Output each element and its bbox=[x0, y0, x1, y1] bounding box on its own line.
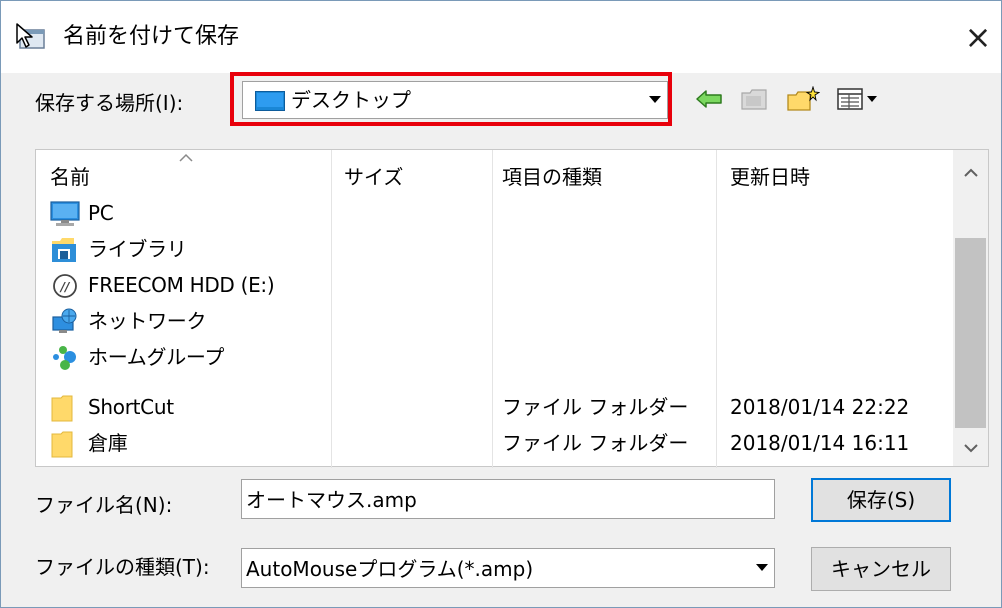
file-name: FREECOM HDD (E:) bbox=[88, 273, 275, 297]
save-button[interactable]: 保存(S) bbox=[811, 478, 951, 522]
location-label: 保存する場所(I): bbox=[35, 91, 184, 115]
column-header-modified[interactable]: 更新日時 bbox=[730, 164, 810, 190]
file-name: ShortCut bbox=[88, 395, 174, 419]
app-cursor-icon bbox=[16, 23, 45, 49]
scroll-up-icon[interactable] bbox=[953, 152, 988, 192]
close-button[interactable]: × bbox=[956, 15, 1000, 59]
filename-input[interactable]: オートマウス.amp bbox=[241, 479, 775, 519]
vertical-scrollbar[interactable] bbox=[953, 150, 988, 466]
location-highlight-box bbox=[230, 72, 672, 126]
file-name: 倉庫 bbox=[88, 431, 128, 455]
file-name: ネットワーク bbox=[88, 309, 207, 333]
column-header-type[interactable]: 項目の種類 bbox=[502, 164, 602, 190]
file-name: PC bbox=[88, 201, 114, 225]
homegroup-icon bbox=[53, 346, 76, 370]
list-item[interactable]: // FREECOM HDD (E:) bbox=[36, 268, 956, 304]
up-folder-icon[interactable] bbox=[739, 85, 769, 113]
column-header-name[interactable]: 名前 bbox=[50, 164, 90, 190]
filetype-label: ファイルの種類(T): bbox=[35, 555, 210, 579]
scroll-down-icon[interactable] bbox=[953, 428, 988, 468]
filename-label: ファイル名(N): bbox=[35, 493, 173, 517]
sort-caret-icon bbox=[179, 153, 193, 162]
list-item[interactable]: ホームグループ bbox=[36, 340, 956, 376]
file-name: ライブラリ bbox=[88, 237, 187, 261]
new-folder-icon[interactable] bbox=[785, 85, 821, 113]
list-item[interactable]: ライブラリ bbox=[36, 232, 956, 268]
title-bar[interactable]: 名前を付けて保存 × bbox=[1, 1, 1001, 73]
list-item[interactable]: ShortCut ファイル フォルダー 2018/01/14 22:22 bbox=[36, 390, 956, 426]
column-header-size[interactable]: サイズ bbox=[344, 164, 403, 190]
drive-icon: // bbox=[53, 274, 77, 298]
file-modified: 2018/01/14 22:22 bbox=[730, 395, 910, 419]
file-name: ホームグループ bbox=[88, 345, 225, 369]
list-item[interactable]: 倉庫 ファイル フォルダー 2018/01/14 16:11 bbox=[36, 426, 956, 462]
svg-text://: // bbox=[59, 280, 71, 294]
dialog-title: 名前を付けて保存 bbox=[63, 24, 240, 49]
pc-icon bbox=[50, 201, 80, 226]
save-as-dialog: 名前を付けて保存 × 保存する場所(I): デスクトップ 名前 サイズ 項目の種… bbox=[0, 0, 1002, 608]
back-arrow-icon[interactable] bbox=[695, 85, 723, 113]
filetype-dropdown[interactable]: AutoMouseプログラム(*.amp) bbox=[241, 548, 775, 588]
file-type: ファイル フォルダー bbox=[502, 431, 689, 455]
folder-icon bbox=[51, 431, 73, 458]
network-icon bbox=[52, 308, 77, 333]
library-icon bbox=[52, 238, 76, 262]
filetype-value: AutoMouseプログラム(*.amp) bbox=[246, 557, 534, 581]
filename-value: オートマウス.amp bbox=[246, 488, 417, 512]
list-item[interactable]: ネットワーク bbox=[36, 304, 956, 340]
scroll-thumb[interactable] bbox=[955, 238, 986, 428]
folder-icon bbox=[51, 395, 73, 422]
file-modified: 2018/01/14 16:11 bbox=[730, 431, 910, 455]
list-item[interactable]: PC bbox=[36, 196, 956, 232]
chevron-down-icon[interactable] bbox=[750, 549, 774, 587]
cancel-button[interactable]: キャンセル bbox=[811, 547, 951, 591]
file-list[interactable]: 名前 サイズ 項目の種類 更新日時 PC ライブラリ // FREECOM HD… bbox=[35, 149, 989, 468]
view-menu-icon[interactable] bbox=[837, 85, 881, 113]
file-type: ファイル フォルダー bbox=[502, 395, 689, 419]
